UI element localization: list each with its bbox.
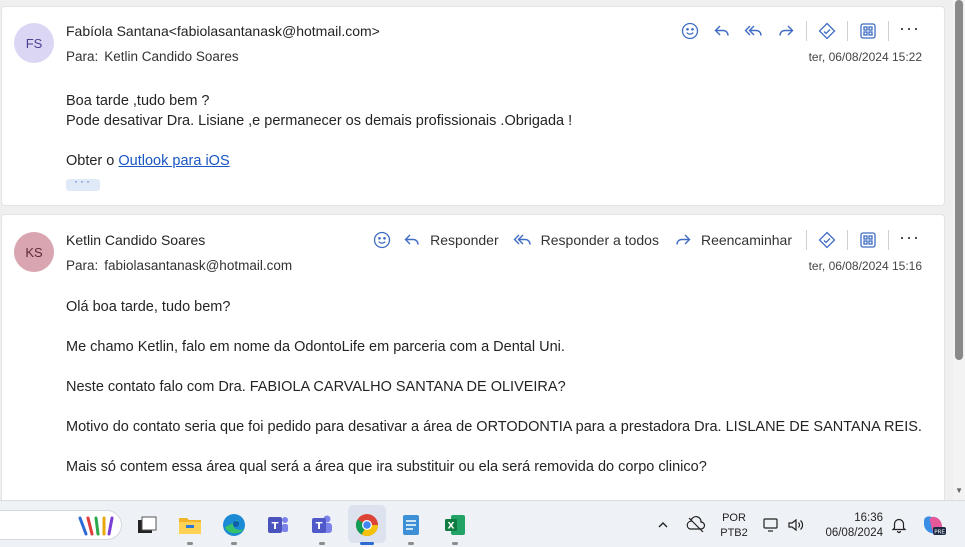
sent-date: ter, 06/08/2024 15:22	[808, 50, 922, 64]
body-line: Neste contato falo com Dra. FABIOLA CARV…	[66, 379, 566, 395]
edge-icon[interactable]	[220, 511, 248, 539]
apps-grid-icon	[860, 232, 876, 248]
input-language-indicator[interactable]: POR PTB2	[718, 511, 750, 541]
search-highlight-brushes-icon[interactable]	[74, 514, 120, 543]
windows-taskbar: T T X POR PTB2 16:36 06/08/2024 PRE	[0, 500, 965, 547]
emoji-reaction-button[interactable]	[674, 17, 706, 45]
divider	[847, 230, 849, 250]
summary-icon	[818, 22, 836, 40]
sender[interactable]: Fabíola Santana<fabiolasantanask@hotmail…	[66, 23, 380, 39]
avatar[interactable]: FS	[14, 23, 54, 63]
to-label: Para:	[66, 258, 99, 273]
reply-button[interactable]	[706, 17, 738, 45]
vertical-scrollbar[interactable]: ▼	[953, 0, 965, 500]
body-line: Boa tarde ,tudo bem ?	[66, 93, 210, 109]
excel-icon[interactable]: X	[441, 511, 469, 539]
taskbar-clock[interactable]: 16:36 06/08/2024	[816, 511, 883, 541]
reply-all-button[interactable]: Responder a todos	[509, 226, 669, 254]
email-message-2: KS Ketlin Candido Soares Para: fabiolasan…	[1, 214, 945, 514]
message-actions: ···	[674, 17, 926, 45]
divider	[888, 21, 890, 41]
recipients: Para: Ketlin Candido Soares	[66, 49, 239, 64]
summary-button[interactable]	[811, 226, 843, 254]
notifications-bell-icon[interactable]	[890, 501, 908, 547]
reply-all-icon	[744, 25, 762, 36]
more-actions-button[interactable]: ···	[893, 226, 926, 254]
body-line: Me chamo Ketlin, falo em nome da OdontoL…	[66, 339, 565, 355]
notepad-icon[interactable]	[397, 511, 425, 539]
network-disconnected-icon[interactable]	[686, 501, 706, 547]
smile-icon	[373, 231, 391, 249]
chrome-icon[interactable]	[353, 511, 381, 539]
more-actions-button[interactable]: ···	[893, 17, 926, 45]
summary-icon	[818, 231, 836, 249]
body-line: Motivo do contato seria que foi pedido p…	[66, 419, 922, 435]
message-actions: Responder Responder a todos Reencaminhar…	[366, 226, 926, 254]
show-quoted-text-button[interactable]: ···	[66, 175, 100, 191]
apps-button[interactable]	[852, 226, 884, 254]
divider	[806, 230, 808, 250]
apps-button[interactable]	[852, 17, 884, 45]
reply-all-icon	[513, 234, 531, 245]
teams-2-icon[interactable]: T	[308, 511, 336, 539]
copilot-badge: PRE	[934, 529, 945, 535]
forward-icon	[676, 234, 691, 245]
outlook-ios-link[interactable]: Outlook para iOS	[118, 153, 229, 169]
message-body: Boa tarde ,tudo bem ? Pode desativar Dra…	[66, 91, 926, 191]
volume-icon[interactable]	[786, 501, 804, 547]
sender[interactable]: Ketlin Candido Soares	[66, 232, 205, 248]
emoji-reaction-button[interactable]	[366, 226, 398, 254]
summary-button[interactable]	[811, 17, 843, 45]
display-icon[interactable]	[762, 501, 780, 547]
reply-button[interactable]: Responder	[398, 226, 509, 254]
recipients: Para: fabiolasantanask@hotmail.com	[66, 258, 292, 273]
reply-label: Responder	[430, 232, 499, 248]
reply-icon	[404, 234, 419, 245]
email-message-1: FS Fabíola Santana<fabiolasantanask@hotm…	[1, 6, 945, 206]
avatar[interactable]: KS	[14, 232, 54, 272]
forward-icon	[779, 25, 794, 36]
scrollbar-thumb[interactable]	[955, 0, 963, 360]
message-body: Olá boa tarde, tudo bem? Me chamo Ketlin…	[66, 297, 926, 477]
divider	[806, 21, 808, 41]
clock-date: 06/08/2024	[825, 527, 883, 539]
svg-text:X: X	[448, 522, 455, 532]
scroll-down-arrow-icon[interactable]: ▼	[955, 486, 963, 495]
task-view-icon[interactable]	[133, 511, 161, 539]
to-label: Para:	[66, 49, 99, 64]
divider	[888, 230, 890, 250]
svg-text:T: T	[272, 521, 279, 532]
show-hidden-icons-button[interactable]	[656, 501, 670, 547]
body-line: Olá boa tarde, tudo bem?	[66, 299, 231, 315]
forward-label: Reencaminhar	[700, 232, 793, 248]
apps-grid-icon	[860, 23, 876, 39]
reply-icon	[714, 25, 729, 36]
copilot-icon[interactable]: PRE	[920, 501, 946, 547]
forward-button[interactable]	[770, 17, 802, 45]
chevron-up-icon	[658, 521, 668, 527]
smile-icon	[681, 22, 699, 40]
recipient-name[interactable]: Ketlin Candido Soares	[104, 49, 238, 64]
forward-button[interactable]: Reencaminhar	[669, 226, 802, 254]
file-explorer-icon[interactable]	[176, 511, 204, 539]
teams-icon[interactable]: T	[264, 511, 292, 539]
signature-line: Obter o Outlook para iOS	[66, 153, 230, 169]
recipient-name[interactable]: fabiolasantanask@hotmail.com	[104, 258, 292, 273]
clock-time: 16:36	[854, 512, 883, 524]
svg-text:T: T	[316, 521, 323, 532]
body-line: Mais só contem essa área qual será a áre…	[66, 459, 707, 475]
sent-date: ter, 06/08/2024 15:16	[808, 259, 922, 273]
divider	[847, 21, 849, 41]
body-line: Pode desativar Dra. Lisiane ,e permanece…	[66, 113, 573, 129]
reply-all-label: Responder a todos	[540, 232, 659, 248]
reply-all-button[interactable]	[738, 17, 770, 45]
